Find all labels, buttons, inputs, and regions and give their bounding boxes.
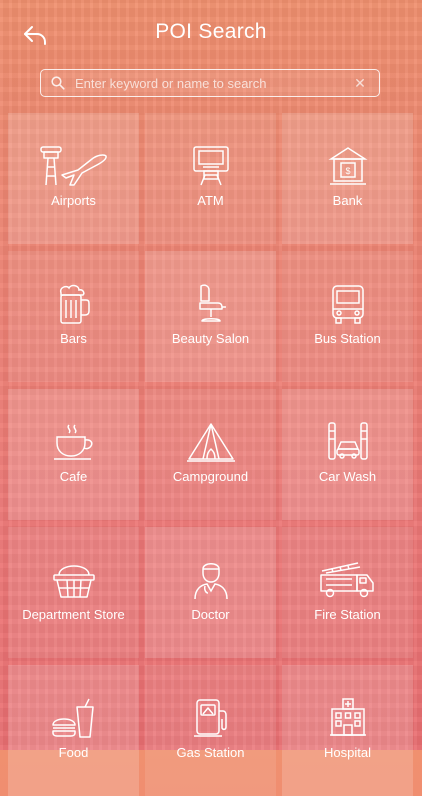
beer-mug-icon	[59, 284, 90, 324]
category-tile-car-wash[interactable]: Car Wash	[282, 389, 413, 520]
search-input[interactable]	[65, 70, 349, 96]
category-label: Bus Station	[314, 331, 381, 346]
category-tile-department-store[interactable]: Department Store	[8, 527, 139, 658]
category-label: Gas Station	[176, 745, 245, 760]
category-tile-fire-station[interactable]: Fire Station	[282, 527, 413, 658]
coffee-cup-icon	[53, 424, 92, 460]
category-tile-bars[interactable]: Bars	[8, 251, 139, 382]
bank-icon: $	[327, 147, 368, 185]
category-label: Fire Station	[314, 607, 381, 622]
category-label: Doctor	[191, 607, 230, 622]
category-label: Beauty Salon	[171, 331, 250, 346]
category-tile-atm[interactable]: ATM	[145, 113, 276, 244]
top-bar: POI Search	[0, 0, 422, 66]
salon-chair-icon	[198, 284, 226, 322]
atm-icon	[192, 146, 229, 186]
category-label: Airports	[51, 193, 96, 208]
category-tile-gas-station[interactable]: Gas Station	[145, 665, 276, 796]
fuel-pump-icon	[193, 699, 227, 737]
category-label: Bars	[60, 331, 87, 346]
bus-icon	[331, 285, 364, 324]
clear-icon[interactable]: ✕	[349, 75, 371, 92]
search-icon	[51, 76, 65, 90]
category-label: Car Wash	[318, 469, 377, 484]
category-label: Hospital	[324, 745, 371, 760]
doctor-icon	[193, 563, 228, 600]
category-tile-hospital[interactable]: Hospital	[282, 665, 413, 796]
search-bar: ✕	[40, 69, 380, 97]
category-tile-bank[interactable]: $ Bank	[282, 113, 413, 244]
tent-icon	[186, 423, 235, 462]
category-tile-bus-station[interactable]: Bus Station	[282, 251, 413, 382]
shopping-basket-icon	[52, 565, 95, 598]
category-tile-doctor[interactable]: Doctor	[145, 527, 276, 658]
svg-text:$: $	[345, 166, 350, 176]
car-wash-icon	[327, 422, 368, 460]
category-label: Campground	[172, 469, 249, 484]
category-label: Bank	[332, 193, 363, 208]
food-icon	[51, 698, 94, 738]
category-label: Cafe	[59, 469, 88, 484]
hospital-icon	[329, 698, 366, 736]
page-title: POI Search	[155, 20, 267, 43]
category-label: Department Store	[22, 607, 125, 622]
category-tile-campground[interactable]: Campground	[145, 389, 276, 520]
category-tile-beauty-salon[interactable]: Beauty Salon	[145, 251, 276, 382]
fire-truck-icon	[319, 562, 374, 598]
airport-icon	[39, 146, 107, 186]
category-tile-cafe[interactable]: Cafe	[8, 389, 139, 520]
category-label: Food	[58, 745, 89, 760]
category-tile-airports[interactable]: Airports	[8, 113, 139, 244]
category-tile-food[interactable]: Food	[8, 665, 139, 796]
category-label: ATM	[197, 193, 224, 208]
